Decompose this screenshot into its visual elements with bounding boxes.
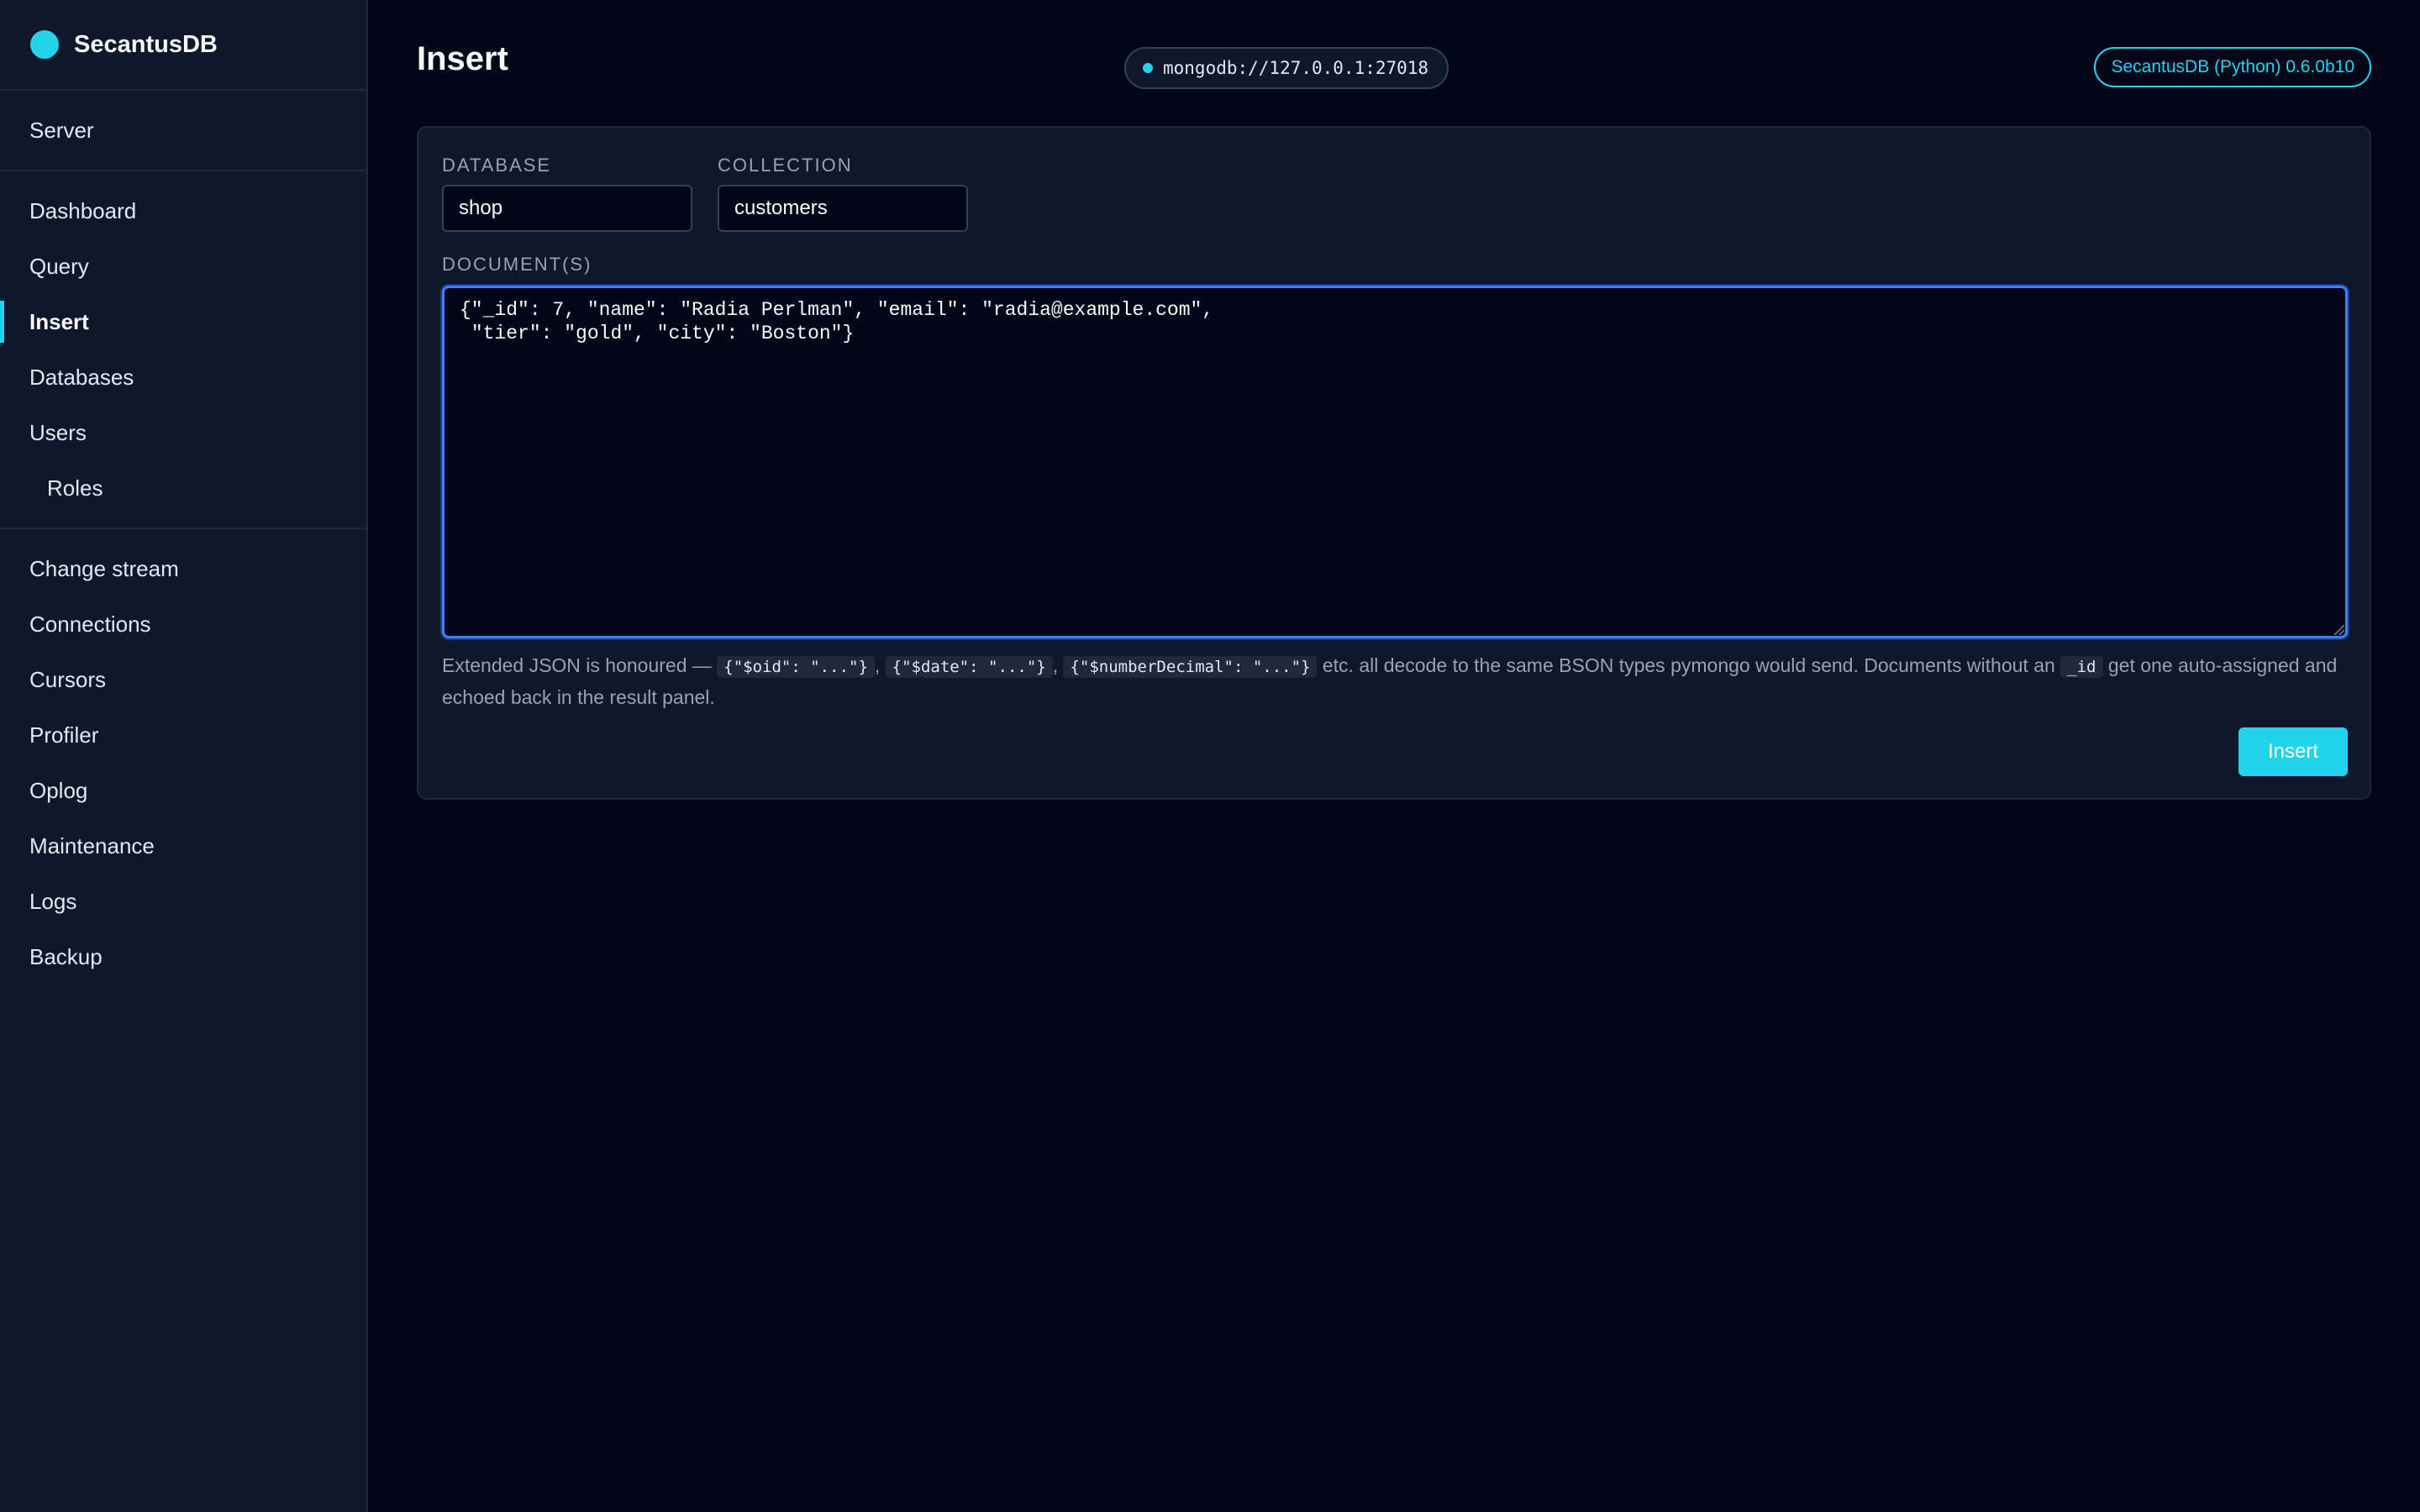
nav-section-server: Server (0, 91, 366, 171)
code-date: {"$date": "..."} (885, 656, 1053, 678)
help-separator: , (1052, 654, 1064, 676)
sidebar-item-roles[interactable]: Roles (0, 460, 366, 516)
code-id: _id (2060, 656, 2103, 678)
connection-string: mongodb://127.0.0.1:27018 (1163, 58, 1429, 78)
sidebar-item-logs[interactable]: Logs (0, 874, 366, 929)
sidebar-item-maintenance[interactable]: Maintenance (0, 818, 366, 874)
sidebar-item-connections[interactable]: Connections (0, 596, 366, 652)
brand-logo-icon (30, 30, 59, 59)
sidebar-item-backup[interactable]: Backup (0, 929, 366, 984)
sidebar-item-server[interactable]: Server (0, 102, 366, 158)
sidebar-item-dashboard[interactable]: Dashboard (0, 183, 366, 239)
sidebar: SecantusDB Server Dashboard Query Insert… (0, 0, 368, 1512)
help-middle: etc. all decode to the same BSON types p… (1317, 654, 2061, 676)
sidebar-item-oplog[interactable]: Oplog (0, 763, 366, 818)
resize-handle-icon[interactable] (2334, 625, 2344, 635)
sidebar-item-query[interactable]: Query (0, 239, 366, 294)
brand-name: SecantusDB (74, 30, 218, 58)
sidebar-item-users[interactable]: Users (0, 405, 366, 460)
sidebar-item-profiler[interactable]: Profiler (0, 707, 366, 763)
insert-button[interactable]: Insert (2238, 727, 2348, 776)
code-oid: {"$oid": "..."} (717, 656, 875, 678)
connection-status-icon (1143, 63, 1153, 73)
database-input[interactable] (442, 185, 692, 232)
sidebar-item-insert[interactable]: Insert (0, 294, 366, 349)
brand[interactable]: SecantusDB (0, 0, 366, 91)
documents-label: DOCUMENT(S) (442, 254, 592, 275)
collection-label: COLLECTION (718, 155, 853, 176)
document-editor[interactable]: {"_id": 7, "name": "Radia Perlman", "ema… (442, 286, 2348, 638)
sidebar-item-cursors[interactable]: Cursors (0, 652, 366, 707)
database-label: DATABASE (442, 155, 552, 176)
version-badge: SecantusDB (Python) 0.6.0b10 (2094, 47, 2371, 87)
sidebar-item-change-stream[interactable]: Change stream (0, 541, 366, 596)
help-text: Extended JSON is honoured — {"$oid": "..… (442, 650, 2349, 712)
connection-pill: mongodb://127.0.0.1:27018 (1124, 47, 1449, 89)
collection-input[interactable] (718, 185, 968, 232)
sidebar-item-databases[interactable]: Databases (0, 349, 366, 405)
insert-form-card: DATABASE COLLECTION DOCUMENT(S) {"_id": … (417, 126, 2371, 800)
nav-section-ops: Change stream Connections Cursors Profil… (0, 529, 366, 996)
page-title: Insert (417, 40, 508, 77)
help-prefix: Extended JSON is honoured — (442, 654, 718, 676)
nav-section-data: Dashboard Query Insert Databases Users R… (0, 171, 366, 529)
main-content: Insert mongodb://127.0.0.1:27018 Secantu… (368, 0, 2420, 1512)
code-decimal: {"$numberDecimal": "..."} (1063, 656, 1318, 678)
help-separator: , (874, 654, 886, 676)
